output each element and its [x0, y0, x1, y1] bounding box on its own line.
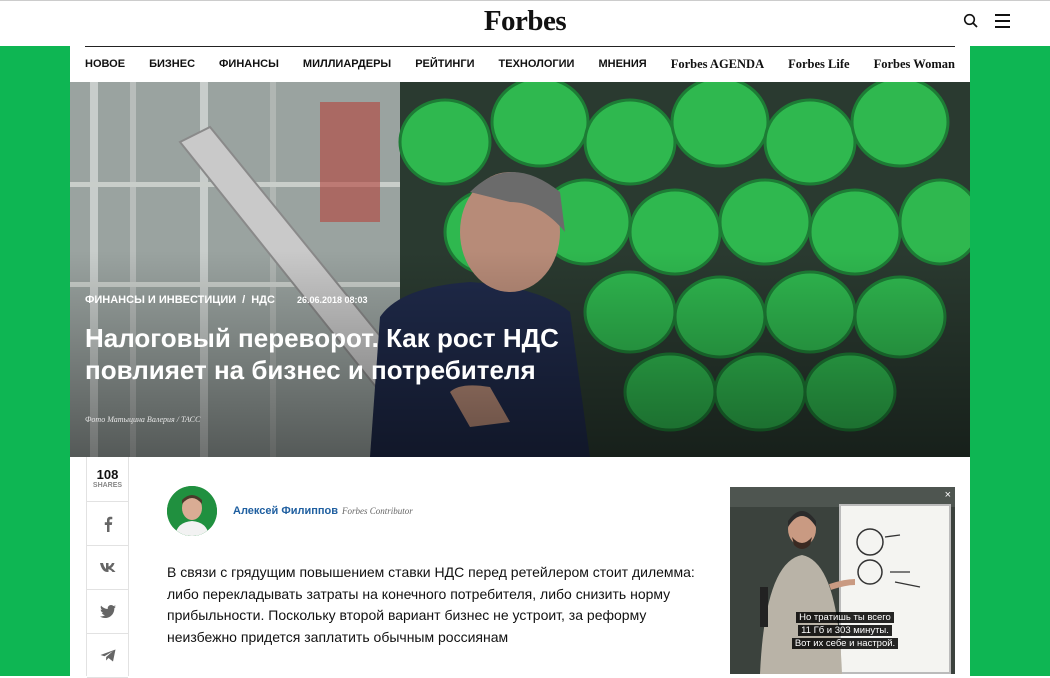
author-name-link[interactable]: Алексей Филиппов	[233, 505, 338, 517]
subtitle-line-3: Вот их себе и настрой.	[791, 638, 899, 649]
nav-item-opinions[interactable]: МНЕНИЯ	[598, 58, 646, 70]
share-column: 108 SHARES	[86, 457, 129, 678]
author-avatar[interactable]	[167, 486, 217, 536]
hamburger-menu-icon[interactable]	[995, 14, 1010, 28]
author-role: Forbes Contributor	[342, 506, 413, 516]
share-count: 108 SHARES	[87, 457, 128, 502]
nav-item-forbes-agenda[interactable]: Forbes AGENDA	[671, 57, 764, 72]
telegram-icon	[100, 649, 115, 662]
twitter-share-button[interactable]	[87, 590, 128, 634]
subtitle-line-1: Но тратишь ты всего	[796, 612, 894, 623]
tag-link[interactable]: НДС	[251, 294, 275, 306]
facebook-share-button[interactable]	[87, 502, 128, 546]
video-player[interactable]: × Но тратишь ты всего 11 Гб и 303 минуты…	[730, 487, 955, 674]
photo-credit: Фото Матыцина Валерия / ТАСС	[85, 415, 201, 424]
top-bar: Forbes	[0, 0, 1050, 46]
nav-item-finance[interactable]: ФИНАНСЫ	[219, 58, 279, 70]
hero-image: ФИНАНСЫ И ИНВЕСТИЦИИ / НДС 26.06.2018 08…	[70, 82, 970, 457]
telegram-share-button[interactable]	[87, 634, 128, 678]
forbes-logo[interactable]: Forbes	[0, 5, 1050, 38]
video-close-button[interactable]: ×	[945, 489, 951, 501]
nav-item-technology[interactable]: ТЕХНОЛОГИИ	[499, 58, 575, 70]
green-background-right	[970, 46, 1050, 676]
nav-item-business[interactable]: БИЗНЕС	[149, 58, 195, 70]
author-block: Алексей Филиппов Forbes Contributor	[167, 486, 413, 536]
meta-separator: /	[242, 294, 246, 306]
search-icon[interactable]	[963, 13, 979, 29]
main-nav: НОВОЕ БИЗНЕС ФИНАНСЫ МИЛЛИАРДЕРЫ РЕЙТИНГ…	[70, 46, 970, 82]
share-count-label: SHARES	[92, 482, 123, 489]
category-link[interactable]: ФИНАНСЫ И ИНВЕСТИЦИИ	[85, 294, 236, 306]
nav-item-forbes-life[interactable]: Forbes Life	[788, 57, 849, 72]
vk-icon	[99, 563, 115, 572]
author-photo	[167, 486, 217, 536]
top-icons	[963, 13, 1010, 29]
article-lead: В связи с грядущим повышением ставки НДС…	[167, 564, 695, 645]
share-count-number: 108	[96, 467, 119, 482]
article-title: Налоговый переворот. Как рост НДС повлия…	[85, 323, 559, 385]
article-date: 26.06.2018 08:03	[296, 295, 368, 305]
nav-item-new[interactable]: НОВОЕ	[85, 58, 125, 70]
article-meta: ФИНАНСЫ И ИНВЕСТИЦИИ / НДС 26.06.2018 08…	[85, 294, 368, 306]
twitter-icon	[99, 605, 116, 618]
green-background-left	[0, 46, 70, 676]
vk-share-button[interactable]	[87, 546, 128, 590]
nav-item-billionaires[interactable]: МИЛЛИАРДЕРЫ	[303, 58, 391, 70]
nav-item-forbes-woman[interactable]: Forbes Woman	[874, 57, 955, 72]
facebook-icon	[104, 516, 112, 532]
nav-item-ratings[interactable]: РЕЙТИНГИ	[415, 58, 474, 70]
subtitle-line-2: 11 Гб и 303 минуты.	[798, 625, 892, 636]
video-subtitles: Но тратишь ты всего 11 Гб и 303 минуты. …	[786, 611, 904, 650]
